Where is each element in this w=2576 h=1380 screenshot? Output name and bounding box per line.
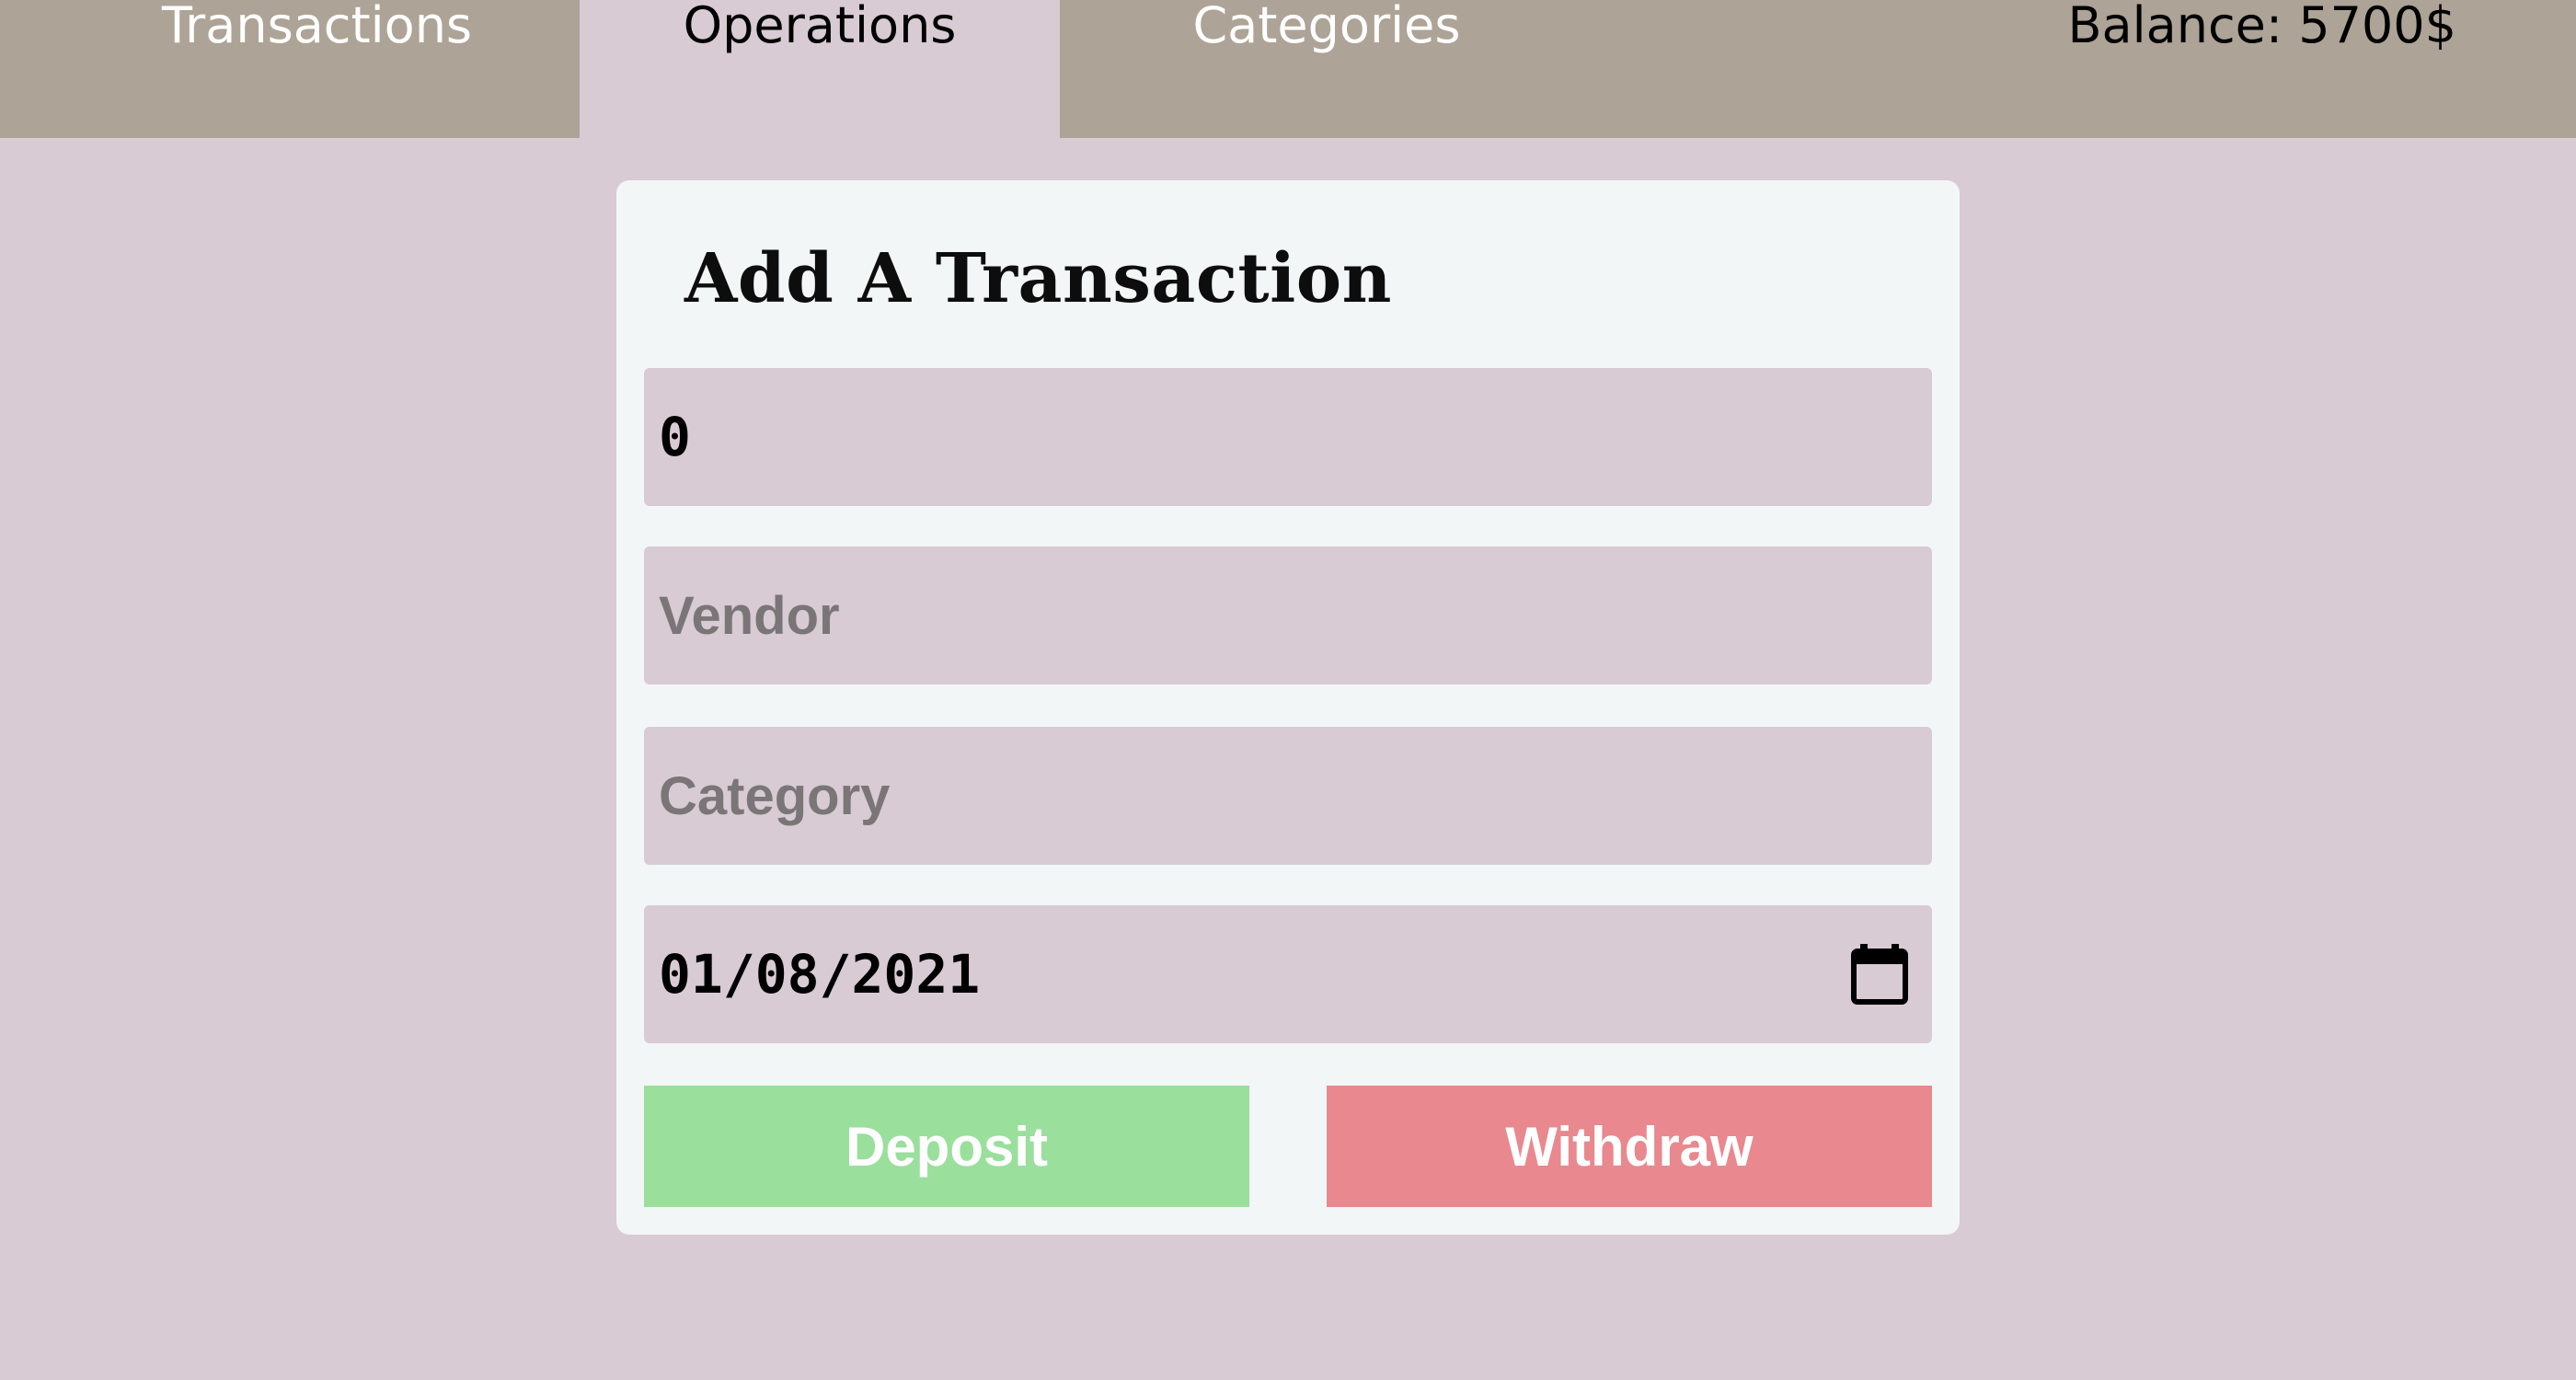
tab-operations-label: Operations xyxy=(683,0,957,54)
deposit-button[interactable]: Deposit xyxy=(644,1086,1249,1207)
card-title: Add A Transaction xyxy=(684,239,1392,318)
balance-text: Balance: 5700$ xyxy=(2067,0,2456,54)
amount-input[interactable] xyxy=(644,368,1932,506)
add-transaction-card: Add A Transaction Deposit Withdraw xyxy=(616,180,1960,1235)
tab-transactions-label: Transactions xyxy=(162,0,473,54)
date-field xyxy=(644,905,1932,1043)
tab-categories[interactable]: Categories xyxy=(1060,0,1593,138)
tab-transactions[interactable]: Transactions xyxy=(0,0,626,138)
withdraw-button[interactable]: Withdraw xyxy=(1327,1086,1932,1207)
tab-operations[interactable]: Operations xyxy=(580,0,1060,138)
category-field xyxy=(644,727,1932,865)
tab-categories-label: Categories xyxy=(1192,0,1461,54)
date-input[interactable] xyxy=(644,905,1932,1043)
balance-display: Balance: 5700$ xyxy=(2024,0,2456,138)
calendar-icon[interactable] xyxy=(1851,944,1908,1005)
category-input[interactable] xyxy=(644,727,1932,865)
amount-field xyxy=(644,368,1932,506)
vendor-field xyxy=(644,546,1932,684)
top-navigation-bar: Transactions Operations Categories Balan… xyxy=(0,0,2576,138)
vendor-input[interactable] xyxy=(644,546,1932,684)
